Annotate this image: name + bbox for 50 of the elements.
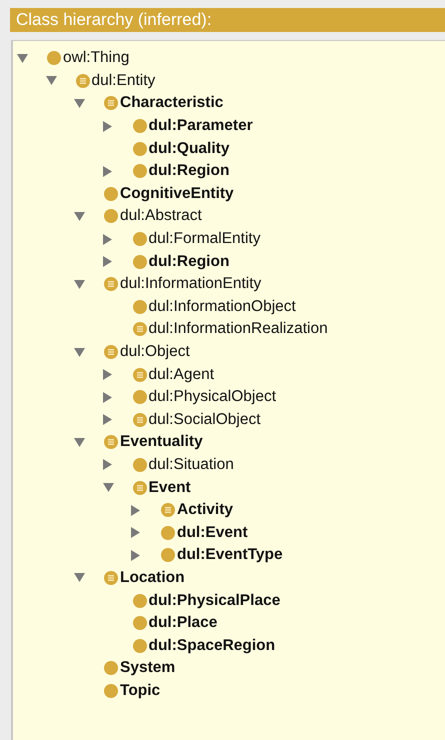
panel-title: Class hierarchy (inferred):	[10, 8, 445, 32]
tree-item[interactable]: Activity	[177, 501, 233, 520]
tree-item[interactable]: dul:Region	[148, 162, 230, 180]
triangle-right-icon[interactable]	[102, 166, 112, 177]
tree-item[interactable]: dul:InformationObject	[148, 298, 296, 316]
triangle-down-icon[interactable]	[74, 212, 85, 221]
triangle-right-icon[interactable]	[102, 120, 112, 132]
tree-item[interactable]: dul:Event	[177, 524, 248, 542]
tree-item[interactable]: dul:FormalEntity	[148, 230, 260, 248]
tree-item[interactable]: dul:Situation	[148, 456, 234, 474]
tree-item[interactable]: dul:Abstract	[120, 207, 202, 226]
tree-item[interactable]: System	[120, 659, 176, 678]
triangle-down-icon[interactable]	[74, 573, 85, 582]
triangle-down-icon[interactable]	[102, 483, 114, 492]
tree-item[interactable]: CognitiveEntity	[120, 184, 234, 203]
tree-item[interactable]: Event	[148, 478, 191, 497]
triangle-down-icon[interactable]	[74, 98, 85, 108]
triangle-right-icon[interactable]	[102, 369, 112, 380]
tree-item[interactable]: Location	[120, 568, 185, 587]
tree-item[interactable]: dul:Agent	[148, 366, 214, 384]
tree-item[interactable]: owl:Thing	[63, 49, 130, 68]
triangle-right-icon[interactable]	[102, 392, 112, 403]
tree-item[interactable]: dul:Entity	[92, 72, 156, 90]
tree-item[interactable]: dul:EventType	[177, 546, 283, 564]
tree-item[interactable]: Eventuality	[120, 433, 203, 452]
tree-item[interactable]: dul:PhysicalObject	[148, 388, 276, 406]
triangle-right-icon[interactable]	[131, 527, 140, 538]
tree-item[interactable]: dul:InformationRealization	[148, 320, 328, 338]
tree-item[interactable]: dul:PhysicalPlace	[148, 592, 280, 610]
tree-item[interactable]: dul:SpaceRegion	[148, 636, 276, 655]
triangle-down-icon[interactable]	[17, 54, 28, 63]
triangle-right-icon[interactable]	[102, 414, 112, 426]
tree-item[interactable]: dul:InformationEntity	[120, 275, 262, 294]
triangle-down-icon[interactable]	[74, 348, 85, 357]
triangle-right-icon[interactable]	[102, 459, 112, 470]
tree-item[interactable]: dul:Quality	[148, 140, 230, 158]
tree-item[interactable]: dul:Region	[148, 252, 230, 271]
tree-item[interactable]: dul:Parameter	[148, 117, 253, 136]
triangle-right-icon[interactable]	[131, 504, 140, 516]
triangle-right-icon[interactable]	[102, 256, 112, 268]
triangle-right-icon[interactable]	[102, 234, 112, 245]
tree-item[interactable]: dul:Object	[120, 343, 190, 362]
tree-item[interactable]: dul:SocialObject	[148, 410, 261, 429]
tree-item[interactable]: Topic	[120, 682, 160, 700]
triangle-down-icon[interactable]	[74, 280, 85, 289]
triangle-down-icon[interactable]	[46, 76, 56, 86]
tree-item[interactable]: Characteristic	[120, 94, 224, 112]
tree-item[interactable]: dul:Place	[148, 614, 218, 632]
triangle-down-icon[interactable]	[74, 438, 85, 447]
triangle-right-icon[interactable]	[131, 550, 140, 561]
